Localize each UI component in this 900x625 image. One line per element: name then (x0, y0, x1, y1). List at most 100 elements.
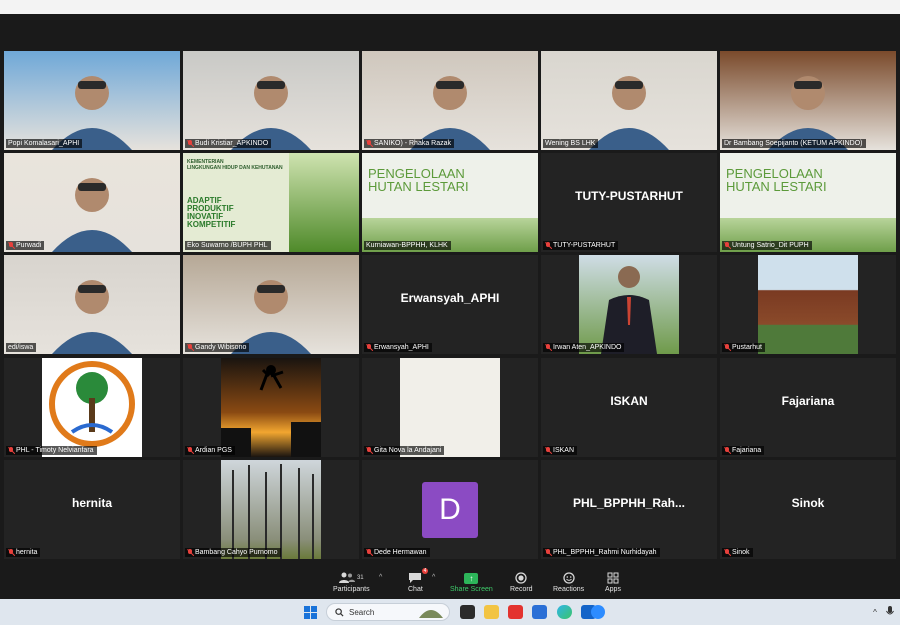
windows-logo-icon (303, 605, 317, 619)
participant-tile[interactable]: TUTY-PUSTARHUT TUTY-PUSTARHUT (541, 153, 717, 252)
person-silhouette-icon (52, 280, 132, 354)
participant-name-label: Erwansyah_APHI (364, 343, 432, 352)
task-view-icon[interactable] (458, 603, 476, 621)
record-button[interactable]: Record (510, 570, 533, 593)
slide-title: PENGELOLAAN HUTAN LESTARI (726, 166, 827, 194)
participant-name-label: Irwan Aten_APKINDO (543, 343, 625, 352)
participant-tile[interactable]: Bambang Cahyo Purnomo (183, 460, 359, 559)
participants-icon: 31 (338, 570, 364, 586)
participant-name: Erwansyah_APHI (374, 344, 429, 351)
window-top-bar (0, 0, 900, 14)
participant-name: Fajariana (732, 447, 762, 454)
participant-tile[interactable]: hernita hernita (4, 460, 180, 559)
apps-button[interactable]: Apps (605, 570, 621, 593)
search-placeholder: Search (349, 607, 375, 617)
participant-display-name: Erwansyah_APHI (400, 291, 500, 305)
record-label: Record (510, 586, 533, 593)
participant-tile[interactable]: Dr Bambang Soepijanto (KETUM APKINDO) (720, 51, 896, 150)
participant-tile[interactable]: Wening BS LHK (541, 51, 717, 150)
participant-display-name: Sinok (791, 496, 825, 510)
participant-tile[interactable]: Gandy Wibisono (183, 255, 359, 354)
participant-name-label: Popi Komalasari_APHI (6, 139, 83, 148)
person-silhouette-icon (410, 76, 490, 150)
participant-name-label: Gita Nova la Andajani (364, 446, 445, 455)
slide-headline: ADAPTIF PRODUKTIF INOVATIF KOMPETITIF (187, 196, 236, 229)
share-screen-icon: ↑ (464, 572, 479, 584)
participant-tile[interactable]: PENGELOLAAN HUTAN LESTARI Kurniawan-BPPHH,… (362, 153, 538, 252)
participants-caret-icon[interactable]: ^ (379, 574, 382, 581)
shared-slide: PENGELOLAAN HUTAN LESTARI (362, 153, 538, 252)
muted-mic-icon (366, 140, 372, 147)
participant-name: Untung Satrio_Dit PUPH (732, 242, 809, 249)
participant-tile[interactable]: KEMENTERIAN LINGKUNGAN HIDUP DAN KEHUTANA… (183, 153, 359, 252)
reactions-button[interactable]: Reactions (553, 570, 584, 593)
taskbar-search[interactable]: Search (326, 603, 450, 621)
participant-tile[interactable]: edi/iswa (4, 255, 180, 354)
participant-name: Dede Hermawan (374, 549, 427, 556)
muted-mic-icon (187, 549, 193, 556)
start-button[interactable] (301, 603, 319, 621)
video-gallery: Popi Komalasari_APHI Budi Kristiar_APKIND… (0, 14, 900, 568)
wps-office-icon[interactable] (506, 603, 524, 621)
participant-name-label: Ardian PGS (185, 446, 235, 455)
person-silhouette-icon (231, 280, 311, 354)
chat-label: Chat (408, 586, 423, 593)
participant-name: SANIKO) - Rhaka Razak (374, 140, 452, 147)
muted-mic-icon (724, 447, 730, 454)
chat-caret-icon[interactable]: ^ (432, 574, 435, 581)
tray-caret-icon[interactable]: ^ (870, 603, 880, 621)
participant-name: Bambang Cahyo Purnomo (195, 549, 278, 556)
muted-mic-icon (545, 242, 551, 249)
participant-name: edi/iswa (8, 344, 34, 351)
participant-name: Eko Suwarno /BUPH PHL (187, 242, 268, 249)
participant-name-label: Kurniawan-BPPHH, KLHK (364, 241, 451, 250)
participant-tile[interactable]: PHL - Timoty Nelvianfara (4, 358, 180, 457)
zoom-app-icon[interactable] (583, 603, 605, 621)
microphone-tray-icon[interactable] (884, 603, 896, 621)
participant-tile[interactable]: SANIKO) - Rhaka Razak (362, 51, 538, 150)
participant-tile[interactable]: Ardian PGS (183, 358, 359, 457)
participant-tile[interactable]: Popi Komalasari_APHI (4, 51, 180, 150)
blank-video (400, 358, 500, 457)
participant-tile[interactable]: Pustarhut (720, 255, 896, 354)
muted-mic-icon (724, 242, 730, 249)
participant-name-label: edi/iswa (6, 343, 37, 352)
participant-tile[interactable]: Sinok Sinok (720, 460, 896, 559)
participant-name-label: Fajariana (722, 446, 765, 455)
participant-name-label: Dede Hermawan (364, 548, 430, 557)
participant-name: Purwadi (16, 242, 42, 249)
participant-tile[interactable]: Budi Kristiar_APKINDO (183, 51, 359, 150)
forest-photo (221, 460, 321, 559)
participant-tile[interactable]: PHL_BPPHH_Rah... PHL_BPPHH_Rahmi Nurhiday… (541, 460, 717, 559)
chat-button[interactable]: 4 Chat (408, 568, 429, 593)
person-silhouette-icon (589, 76, 669, 150)
participant-tile[interactable]: Purwadi (4, 153, 180, 252)
participants-button[interactable]: 31 Participants (333, 570, 370, 593)
participant-name-label: PHL_BPPHH_Rahmi Nurhidayah (543, 548, 660, 557)
participant-tile[interactable]: PENGELOLAAN HUTAN LESTARI Untung Satrio_Di… (720, 153, 896, 252)
mail-icon[interactable] (530, 603, 548, 621)
shared-slide: PENGELOLAAN HUTAN LESTARI (720, 153, 896, 252)
participant-tile[interactable]: Erwansyah_APHI Erwansyah_APHI (362, 255, 538, 354)
participant-name: Ardian PGS (195, 447, 232, 454)
share-screen-button[interactable]: ↑ Share Screen (450, 570, 493, 593)
share-screen-label: Share Screen (450, 586, 493, 593)
edge-browser-icon[interactable] (555, 603, 573, 621)
participant-display-name: hernita (71, 496, 112, 510)
participant-name-label: SANIKO) - Rhaka Razak (364, 139, 455, 148)
participant-name-label: hernita (6, 548, 41, 557)
participants-count: 31 (356, 575, 364, 581)
participant-tile[interactable]: Irwan Aten_APKINDO (541, 255, 717, 354)
muted-mic-icon (8, 549, 14, 556)
file-explorer-icon[interactable] (482, 603, 500, 621)
participant-tile[interactable]: ISKAN ISKAN (541, 358, 717, 457)
participant-name-label: Budi Kristiar_APKINDO (185, 139, 272, 148)
participants-label: Participants (333, 586, 370, 593)
slide-text: KEMENTERIAN LINGKUNGAN HIDUP DAN KEHUTANA… (187, 159, 283, 171)
participant-name: Wening BS LHK (545, 140, 596, 147)
muted-mic-icon (366, 549, 372, 556)
participant-tile[interactable]: Fajariana Fajariana (720, 358, 896, 457)
participant-tile[interactable]: D Dede Hermawan (362, 460, 538, 559)
muted-mic-icon (366, 447, 372, 454)
participant-tile[interactable]: Gita Nova la Andajani (362, 358, 538, 457)
